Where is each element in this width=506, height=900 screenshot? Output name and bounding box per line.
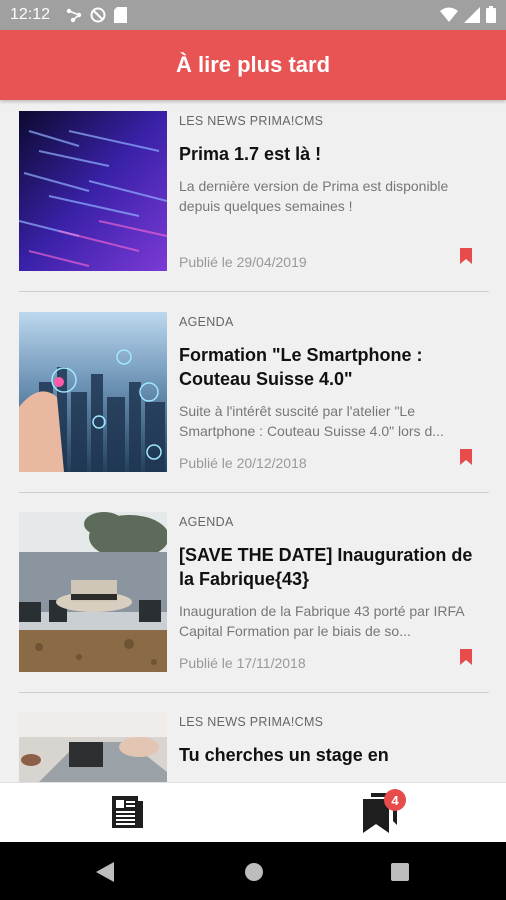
article-category: LES NEWS PRIMA!CMS bbox=[179, 114, 324, 128]
article-card[interactable]: LES NEWS PRIMA!CMS Prima 1.7 est là ! La… bbox=[0, 100, 506, 300]
bookmark-icon[interactable] bbox=[460, 449, 472, 465]
bookmark-icon[interactable] bbox=[460, 248, 472, 264]
divider bbox=[19, 692, 489, 693]
article-excerpt: Suite à l'intérêt suscité par l'atelier … bbox=[179, 403, 444, 439]
recents-icon[interactable] bbox=[391, 863, 409, 881]
system-navigation-bar bbox=[0, 842, 506, 900]
article-thumbnail bbox=[19, 111, 167, 271]
sd-card-icon bbox=[114, 7, 127, 23]
status-time: 12:12 bbox=[10, 6, 51, 23]
home-icon[interactable] bbox=[244, 862, 264, 882]
status-bar: 12:12 bbox=[0, 0, 506, 30]
back-icon[interactable] bbox=[96, 862, 114, 882]
divider bbox=[19, 291, 489, 292]
wifi-icon bbox=[440, 7, 458, 22]
article-thumbnail bbox=[19, 512, 167, 672]
share-icon bbox=[66, 8, 82, 23]
article-category: LES NEWS PRIMA!CMS bbox=[179, 715, 324, 729]
article-card[interactable]: LES NEWS PRIMA!CMS Tu cherches un stage … bbox=[0, 701, 506, 782]
data-saver-icon bbox=[90, 7, 106, 23]
article-title[interactable]: Prima 1.7 est là ! bbox=[179, 142, 489, 166]
article-date: Publié le 20/12/2018 bbox=[179, 455, 307, 471]
page-title: À lire plus tard bbox=[175, 52, 331, 77]
article-thumbnail bbox=[19, 312, 167, 472]
article-category: AGENDA bbox=[179, 515, 234, 529]
article-title[interactable]: Formation "Le Smartphone : Couteau Suiss… bbox=[179, 343, 489, 391]
article-list[interactable]: LES NEWS PRIMA!CMS Prima 1.7 est là ! La… bbox=[0, 100, 506, 782]
article-title[interactable]: [SAVE THE DATE] Inauguration de la Fabri… bbox=[179, 543, 489, 591]
article-card[interactable]: AGENDA [SAVE THE DATE] Inauguration de l… bbox=[0, 501, 506, 701]
news-icon[interactable] bbox=[108, 795, 144, 829]
signal-icon bbox=[464, 6, 480, 23]
article-date: Publié le 17/11/2018 bbox=[179, 655, 306, 671]
article-date: Publié le 29/04/2019 bbox=[179, 254, 307, 270]
article-excerpt: La dernière version de Prima est disponi… bbox=[179, 178, 449, 214]
app-header: À lire plus tard bbox=[0, 30, 506, 100]
bottom-navigation: 4 bbox=[0, 782, 506, 843]
article-title[interactable]: Tu cherches un stage en bbox=[179, 743, 489, 767]
article-thumbnail bbox=[19, 712, 167, 782]
divider bbox=[19, 492, 489, 493]
battery-icon bbox=[486, 6, 496, 23]
article-excerpt: Inauguration de la Fabrique 43 porté par… bbox=[179, 603, 464, 639]
article-category: AGENDA bbox=[179, 315, 234, 329]
article-card[interactable]: AGENDA Formation "Le Smartphone : Coutea… bbox=[0, 301, 506, 501]
bookmark-icon[interactable] bbox=[460, 649, 472, 665]
saved-count-badge: 4 bbox=[384, 789, 406, 811]
